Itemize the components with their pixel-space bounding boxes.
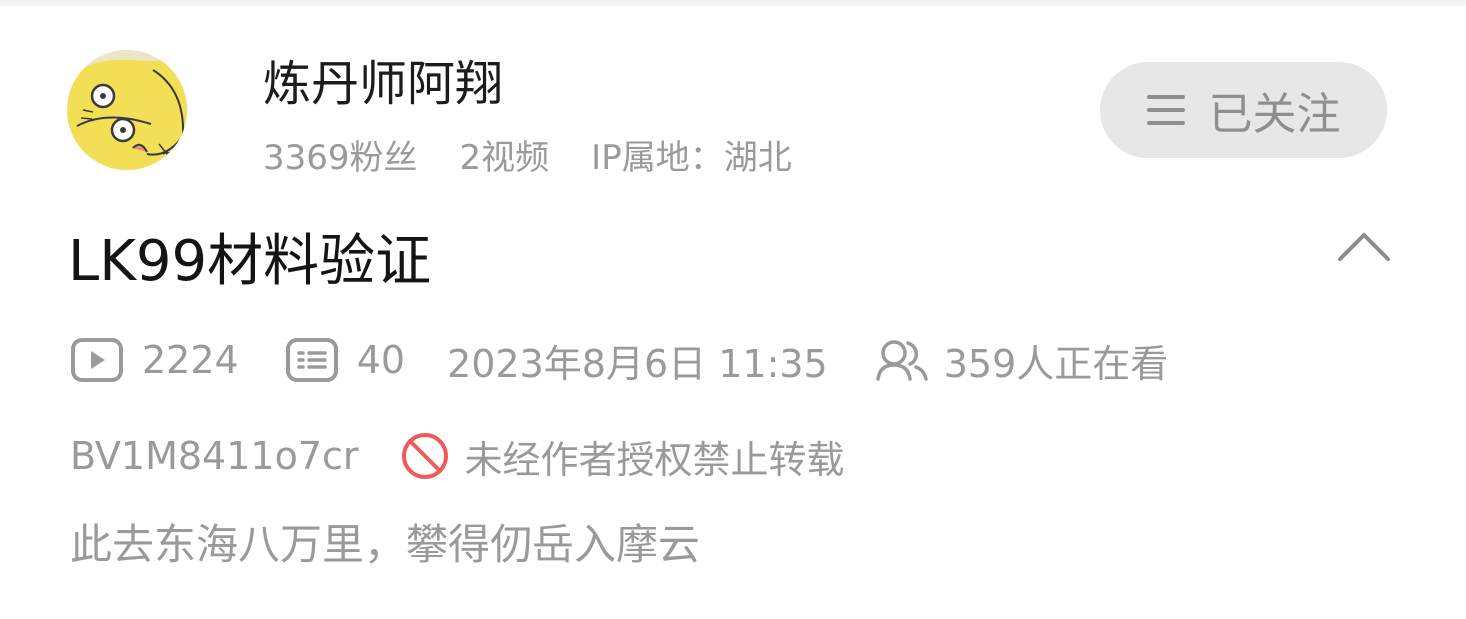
video-description: 此去东海八万里，攀得仞岳入摩云 [70,520,701,569]
viewers-icon [874,337,930,383]
video-count: 2视频 [459,137,550,178]
no-repost-icon [399,430,451,482]
ip-location: IP属地：湖北 [591,137,792,178]
avatar-image [67,50,187,170]
danmaku-count: 40 [356,338,406,382]
video-meta-row: 2224 40 2023年8月6日 11:35 359人正在看 [70,332,1168,388]
copyright-notice: 未经作者授权禁止转载 [464,437,845,482]
followed-button-label: 已关注 [1208,89,1341,140]
publish-time: 2023年8月6日 11:35 [447,341,828,386]
video-id-row: BV1M8411o7cr 未经作者授权禁止转载 [70,428,845,484]
follower-count: 3369粉丝 [263,137,418,178]
uploader-avatar[interactable] [67,50,187,170]
chevron-up-icon[interactable] [1336,225,1392,269]
video-title: LK99材料验证 [68,229,432,294]
danmaku-count-icon [285,337,339,383]
watching-now: 359人正在看 [943,341,1169,386]
play-count: 2224 [142,338,239,382]
bvid: BV1M8411o7cr [70,434,359,478]
followed-button[interactable]: 已关注 [1100,62,1387,158]
top-divider [0,0,1466,6]
uploader-name[interactable]: 炼丹师阿翔 [263,55,503,113]
play-count-icon [70,337,124,383]
menu-icon [1146,95,1185,125]
uploader-stats: 3369粉丝 2视频 IP属地：湖北 [263,132,792,178]
